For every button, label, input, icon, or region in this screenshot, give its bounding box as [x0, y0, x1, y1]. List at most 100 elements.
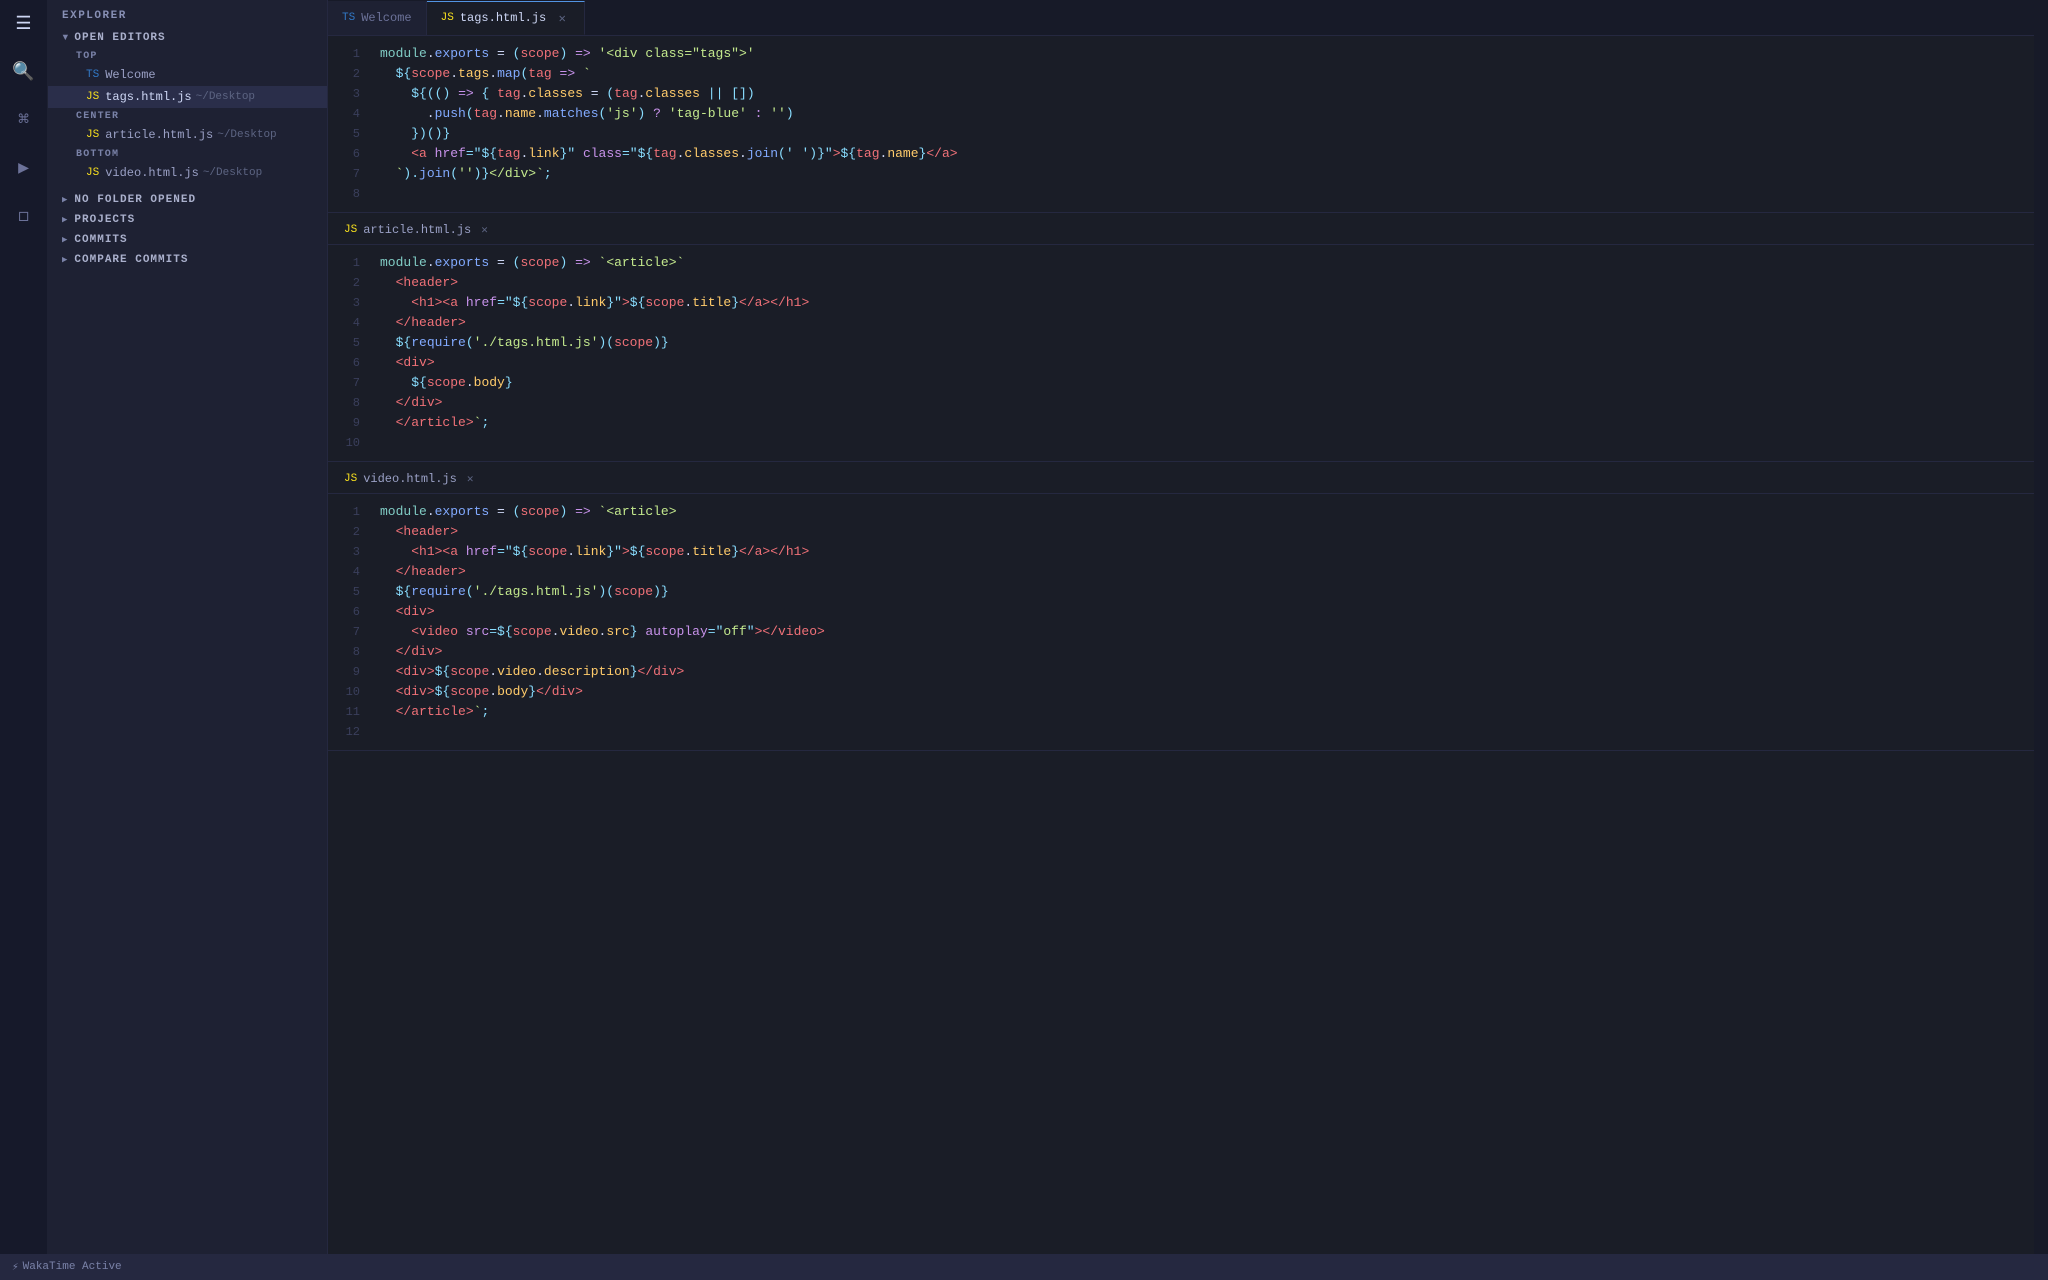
code-line: 9 <div>${scope.video.description}</div>: [328, 662, 2048, 682]
pane-header-article: JS article.html.js ✕: [328, 213, 2048, 245]
code-line: 3 ${(() => { tag.classes = (tag.classes …: [328, 84, 2048, 104]
code-line: 6 <div>: [328, 602, 2048, 622]
code-pane-tags: 1 module.exports = (scope) => '<div clas…: [328, 36, 2048, 213]
extensions-icon[interactable]: ◻: [8, 200, 40, 232]
sidebar-item-article[interactable]: JS article.html.js ~/Desktop: [48, 124, 327, 146]
editors-scroll[interactable]: 1 module.exports = (scope) => '<div clas…: [328, 36, 2048, 1280]
wakatime-icon: ⚡: [12, 1260, 19, 1274]
code-line: 1 module.exports = (scope) => '<div clas…: [328, 44, 2048, 64]
center-group-label: CENTER: [48, 108, 327, 124]
projects-section[interactable]: ▶ PROJECTS: [48, 210, 327, 230]
code-pane-video: 1 module.exports = (scope) => `<article>…: [328, 494, 2048, 751]
compare-commits-arrow: ▶: [62, 255, 68, 265]
video-pane-icon: JS: [344, 473, 357, 485]
commits-label: COMMITS: [74, 234, 127, 246]
compare-commits-section[interactable]: ▶ COMPARE COMMITS: [48, 250, 327, 270]
explorer-header: EXPLORER: [48, 0, 327, 28]
status-bar: ⚡ WakaTime Active: [0, 1254, 2048, 1280]
code-line: 3 <h1><a href="${scope.link}">${scope.ti…: [328, 542, 2048, 562]
tab-welcome[interactable]: TS Welcome: [328, 1, 427, 35]
tab-tags[interactable]: JS tags.html.js ✕: [427, 1, 586, 35]
code-line: 8: [328, 184, 2048, 204]
code-line: 2 ${scope.tags.map(tag => `: [328, 64, 2048, 84]
welcome-filename: Welcome: [105, 68, 155, 82]
video-filename: video.html.js: [105, 166, 199, 180]
tags-path: ~/Desktop: [196, 91, 255, 103]
sidebar-item-welcome[interactable]: TS Welcome: [48, 64, 327, 86]
compare-commits-label: COMPARE COMMITS: [74, 254, 188, 266]
code-line: 12: [328, 722, 2048, 742]
code-line: 5 })()}: [328, 124, 2048, 144]
wakatime-label: WakaTime Active: [23, 1261, 122, 1273]
code-line: 9 </article>`;: [328, 413, 2048, 433]
code-line: 5 ${require('./tags.html.js')(scope)}: [328, 582, 2048, 602]
code-line: 4 </header>: [328, 313, 2048, 333]
sidebar-item-tags[interactable]: JS tags.html.js ~/Desktop: [48, 86, 327, 108]
git-icon[interactable]: ⌘: [8, 104, 40, 136]
top-group-label: TOP: [48, 48, 327, 64]
open-editors-arrow: ▶: [60, 35, 70, 41]
code-lines-tags: 1 module.exports = (scope) => '<div clas…: [328, 44, 2048, 204]
code-line: 7 <video src=${scope.video.src} autoplay…: [328, 622, 2048, 642]
tab-tags-close[interactable]: ✕: [554, 10, 570, 26]
code-line: 1 module.exports = (scope) => `<article>…: [328, 253, 2048, 273]
code-line: 8 </div>: [328, 642, 2048, 662]
projects-label: PROJECTS: [74, 214, 135, 226]
explorer-icon[interactable]: ☰: [8, 8, 40, 40]
code-line: 3 <h1><a href="${scope.link}">${scope.ti…: [328, 293, 2048, 313]
ts-icon: TS: [86, 69, 99, 81]
bottom-spacer: [328, 751, 2048, 811]
bottom-group-label: BOTTOM: [48, 146, 327, 162]
wakatime-item[interactable]: ⚡ WakaTime Active: [12, 1260, 122, 1274]
tab-welcome-icon: TS: [342, 12, 355, 24]
commits-section[interactable]: ▶ COMMITS: [48, 230, 327, 250]
code-line: 8 </div>: [328, 393, 2048, 413]
code-pane-article: 1 module.exports = (scope) => `<article>…: [328, 245, 2048, 462]
code-line: 2 <header>: [328, 522, 2048, 542]
code-line: 7 ${scope.body}: [328, 373, 2048, 393]
debug-icon[interactable]: ▶: [8, 152, 40, 184]
no-folder-section[interactable]: ▶ NO FOLDER OPENED: [48, 190, 327, 210]
code-line: 7 `).join('')}</div>`;: [328, 164, 2048, 184]
video-pane-filename: video.html.js: [363, 472, 457, 486]
code-line: 6 <a href="${tag.link}" class="${tag.cla…: [328, 144, 2048, 164]
code-line: 6 <div>: [328, 353, 2048, 373]
sidebar-item-video[interactable]: JS video.html.js ~/Desktop: [48, 162, 327, 184]
code-line: 4 .push(tag.name.matches('js') ? 'tag-bl…: [328, 104, 2048, 124]
pane-header-video: JS video.html.js ✕: [328, 462, 2048, 494]
code-line: 10: [328, 433, 2048, 453]
article-filename: article.html.js: [105, 128, 213, 142]
js-icon: JS: [86, 91, 99, 103]
code-line: 1 module.exports = (scope) => `<article>: [328, 502, 2048, 522]
search-icon[interactable]: 🔍: [8, 56, 40, 88]
tab-tags-icon: JS: [441, 12, 454, 24]
code-line: 4 </header>: [328, 562, 2048, 582]
article-path: ~/Desktop: [217, 129, 276, 141]
video-path: ~/Desktop: [203, 167, 262, 179]
editor-area: TS Welcome JS tags.html.js ✕ 1 module.ex…: [328, 0, 2048, 1280]
code-line: 2 <header>: [328, 273, 2048, 293]
article-pane-icon: JS: [344, 224, 357, 236]
tab-bar: TS Welcome JS tags.html.js ✕: [328, 0, 2048, 36]
article-pane-close[interactable]: ✕: [481, 223, 488, 237]
sidebar: EXPLORER ▶ OPEN EDITORS TOP TS Welcome J…: [48, 0, 328, 1280]
projects-arrow: ▶: [62, 215, 68, 225]
activity-bar: ☰ 🔍 ⌘ ▶ ◻: [0, 0, 48, 1280]
video-pane-close[interactable]: ✕: [467, 472, 474, 486]
code-line: 11 </article>`;: [328, 702, 2048, 722]
commits-arrow: ▶: [62, 235, 68, 245]
article-pane-filename: article.html.js: [363, 223, 471, 237]
tab-welcome-label: Welcome: [361, 11, 411, 25]
code-lines-article: 1 module.exports = (scope) => `<article>…: [328, 253, 2048, 453]
code-lines-video: 1 module.exports = (scope) => `<article>…: [328, 502, 2048, 742]
no-folder-arrow: ▶: [62, 195, 68, 205]
js-icon-video: JS: [86, 167, 99, 179]
minimap: [2034, 0, 2048, 1280]
tags-filename: tags.html.js: [105, 90, 191, 104]
open-editors-label: OPEN EDITORS: [74, 32, 165, 44]
js-icon-article: JS: [86, 129, 99, 141]
tab-tags-label: tags.html.js: [460, 11, 546, 25]
open-editors-section[interactable]: ▶ OPEN EDITORS: [48, 28, 327, 48]
code-line: 10 <div>${scope.body}</div>: [328, 682, 2048, 702]
code-line: 5 ${require('./tags.html.js')(scope)}: [328, 333, 2048, 353]
